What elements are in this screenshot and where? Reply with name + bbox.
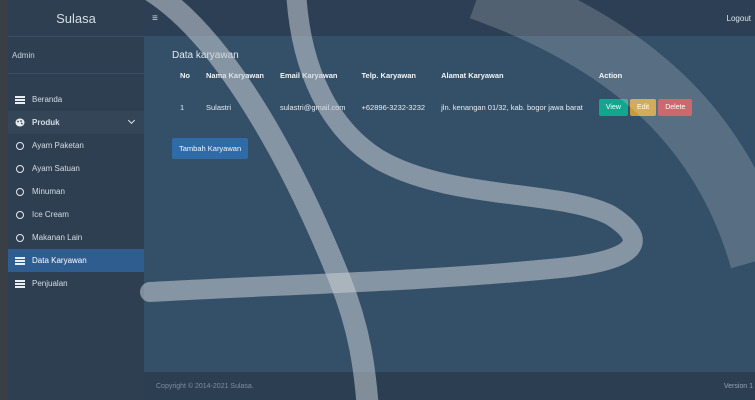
column-header: Email Karyawan [279, 71, 338, 80]
column-header: Telp. Karyawan [361, 71, 416, 80]
sidebar-item-label: Beranda [32, 95, 63, 104]
copyright-text: Copyright © 2014-2021 Sulasa. [156, 382, 254, 390]
content-panel: Data karyawan No Nama Karyawan Email Kar… [144, 36, 755, 376]
edit-button[interactable]: Edit [630, 99, 657, 116]
sidebar-item-minuman[interactable]: Minuman [8, 180, 144, 203]
circle-icon [14, 233, 26, 242]
cell-email: sulastri@gmail.com [279, 103, 346, 112]
sidebar: Sulasa Admin Beranda Produk Ayam Paketan… [8, 0, 144, 400]
circle-icon [14, 164, 26, 173]
grid-icon [14, 95, 26, 104]
cell-telp: +62896-3232-3232 [361, 103, 426, 112]
sidebar-item-label: Minuman [32, 187, 65, 196]
table-header-row: No Nama Karyawan Email Karyawan Telp. Ka… [172, 71, 700, 94]
sidebar-menu: Beranda Produk Ayam Paketan Ayam Satuan … [8, 74, 144, 295]
column-header: No [180, 71, 190, 80]
chevron-down-icon [127, 116, 136, 125]
sidebar-item-makanan-lain[interactable]: Makanan Lain [8, 226, 144, 249]
column-header: Alamat Karyawan [441, 71, 504, 80]
circle-icon [14, 210, 26, 219]
page-title: Data karyawan [172, 50, 239, 61]
table-icon [14, 256, 26, 265]
window-edge [0, 0, 8, 400]
sidebar-item-label: Penjualan [32, 279, 68, 288]
table-row: 1 Sulastri sulastri@gmail.com +62896-323… [172, 94, 700, 116]
main-area: ≡ Logout Data karyawan No Nama Karyawan … [144, 0, 755, 400]
employee-table: No Nama Karyawan Email Karyawan Telp. Ka… [172, 71, 700, 116]
sidebar-item-ayam-satuan[interactable]: Ayam Satuan [8, 157, 144, 180]
delete-button[interactable]: Delete [658, 99, 693, 116]
hamburger-menu-icon[interactable]: ≡ [152, 13, 158, 24]
circle-icon [14, 141, 26, 150]
add-employee-button[interactable]: Tambah Karyawan [172, 138, 249, 159]
column-header: Nama Karyawan [206, 71, 264, 80]
sidebar-item-label: Ayam Paketan [32, 141, 84, 150]
sidebar-item-label: Ayam Satuan [32, 164, 80, 173]
view-button[interactable]: View [598, 99, 628, 116]
sidebar-item-label: Ice Cream [32, 210, 69, 219]
topbar: ≡ Logout [144, 0, 755, 36]
logout-link[interactable]: Logout [727, 14, 755, 23]
sidebar-item-ayam-paketan[interactable]: Ayam Paketan [8, 134, 144, 157]
cell-alamat: jln. kenangan 01/32, kab. bogor jawa bar… [441, 103, 583, 112]
palette-icon [14, 118, 26, 127]
cell-actions: View Edit Delete [591, 94, 701, 116]
user-name[interactable]: Admin [8, 37, 144, 74]
grid-icon [14, 279, 26, 288]
sidebar-item-label: Makanan Lain [32, 233, 83, 242]
cell-nama: Sulastri [206, 103, 232, 112]
sidebar-item-label: Data Karyawan [32, 256, 87, 265]
version-text: Version 1 [723, 382, 753, 390]
column-header: Action [598, 71, 623, 80]
sidebar-item-label: Produk [32, 118, 60, 127]
app-window: Sulasa Admin Beranda Produk Ayam Paketan… [8, 0, 755, 400]
sidebar-item-penjualan[interactable]: Penjualan [8, 272, 144, 295]
footer: Copyright © 2014-2021 Sulasa. Version 1 [144, 372, 755, 400]
sidebar-item-beranda[interactable]: Beranda [8, 88, 144, 111]
circle-icon [14, 187, 26, 196]
cell-no: 1 [180, 103, 185, 112]
sidebar-item-data-karyawan[interactable]: Data Karyawan [8, 249, 144, 272]
brand-logo[interactable]: Sulasa [8, 0, 144, 37]
sidebar-item-produk[interactable]: Produk [8, 111, 144, 134]
sidebar-item-ice-cream[interactable]: Ice Cream [8, 203, 144, 226]
